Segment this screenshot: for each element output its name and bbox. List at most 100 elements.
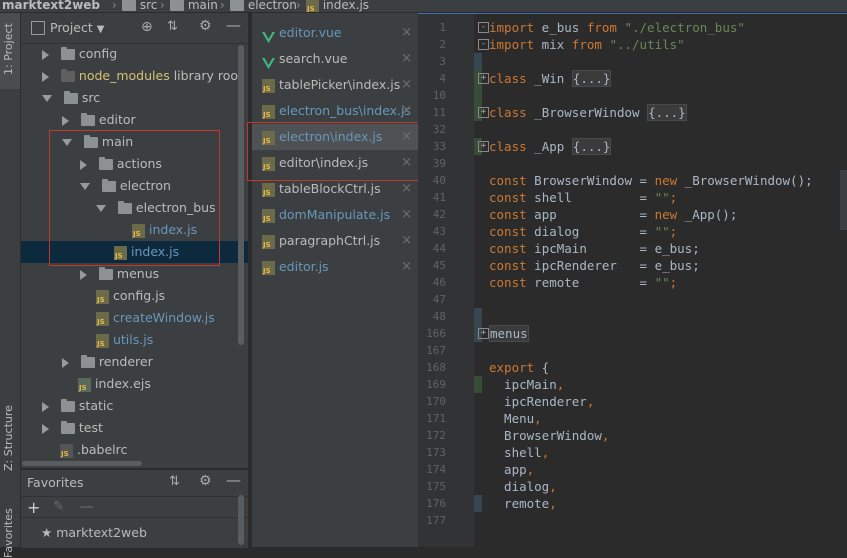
tree-item-editor[interactable]: editor [62, 109, 136, 131]
close-icon[interactable]: × [401, 202, 412, 228]
code-line[interactable]: class _BrowserWindow {...} [489, 104, 687, 121]
fold-toggle-icon[interactable]: + [478, 328, 489, 339]
close-icon[interactable]: × [401, 254, 412, 280]
code-line[interactable]: ipcRenderer, [489, 393, 594, 410]
vcs-change-marker[interactable] [474, 495, 482, 512]
project-vertical-scrollbar[interactable] [238, 45, 244, 345]
code-token: { [534, 360, 550, 375]
code-line[interactable]: const dialog = ""; [489, 223, 677, 240]
code-line[interactable]: class _Win {...} [489, 70, 612, 87]
breadcrumb-item-electron[interactable]: electron [230, 0, 297, 12]
vcs-change-marker[interactable] [474, 308, 482, 325]
fold-toggle-icon[interactable]: - [478, 22, 489, 33]
code-line[interactable]: const remote = ""; [489, 274, 677, 291]
code-line[interactable]: menus [489, 325, 529, 342]
favorites-tool-tab-label[interactable]: Favorites [2, 508, 15, 558]
editor-tab[interactable]: electron_bus\index.js× [252, 98, 418, 124]
editor-tab-label: tableBlockCtrl.js [275, 181, 381, 196]
collapse-all-icon[interactable]: ⇅ [167, 19, 178, 34]
code-line[interactable]: Menu, [489, 410, 542, 427]
edit-icon[interactable]: ✎ [53, 499, 64, 514]
code-token: const [489, 258, 527, 273]
code-line[interactable]: shell, [489, 444, 549, 461]
structure-tool-tab-label[interactable]: Z: Structure [2, 405, 15, 471]
tree-item-node-modules[interactable]: node_modules library root [42, 65, 243, 87]
editor-tab[interactable]: search.vue × [252, 46, 418, 72]
folded-region[interactable]: {...} [571, 70, 612, 87]
folder-icon [60, 421, 75, 434]
project-horizontal-scrollbar[interactable] [22, 461, 142, 466]
code-line[interactable]: remote, [489, 495, 557, 512]
folded-region[interactable]: menus [489, 325, 529, 342]
code-line[interactable]: app, [489, 461, 534, 478]
folded-region[interactable]: {...} [647, 104, 687, 121]
code-line[interactable]: const BrowserWindow = new _BrowserWindow… [489, 172, 813, 189]
remove-icon[interactable]: — [79, 497, 94, 515]
editor-tab[interactable]: domManipulate.js × [252, 202, 418, 228]
code-line[interactable]: const app = new _App(); [489, 206, 737, 223]
editor-tab[interactable]: editor.vue × [252, 20, 418, 46]
tree-item-label: menus [116, 266, 160, 281]
fold-toggle-icon[interactable]: - [478, 39, 489, 50]
collapse-all-icon[interactable]: ⇅ [169, 474, 180, 489]
breadcrumb-item-main[interactable]: main [170, 0, 218, 12]
code-line[interactable]: import e_bus from "./electron_bus" [489, 19, 745, 36]
folder-icon [60, 47, 75, 60]
minimize-panel-icon[interactable]: — [226, 16, 241, 34]
close-icon[interactable]: × [401, 98, 412, 124]
editor-tab[interactable]: tablePicker\index.js× [252, 72, 418, 98]
breadcrumb-item-project[interactable]: marktext2web [2, 0, 100, 12]
fold-toggle-icon[interactable]: + [478, 141, 489, 152]
project-tool-tab-label[interactable]: 1: Project [2, 23, 15, 75]
fold-toggle-icon[interactable]: + [478, 107, 489, 118]
code-line[interactable]: export { [489, 359, 549, 376]
code-line[interactable]: dialog, [489, 478, 557, 495]
vcs-change-marker[interactable] [474, 53, 482, 70]
close-icon[interactable]: × [401, 20, 412, 46]
project-view-selector[interactable]: Project ▼ [50, 20, 104, 35]
code-token: "" [654, 190, 670, 205]
vcs-change-marker[interactable] [474, 87, 482, 104]
add-icon[interactable]: + [27, 498, 40, 517]
locate-file-icon[interactable]: ⊕ [141, 19, 153, 35]
code-token: "" [654, 275, 670, 290]
code-token: const [489, 241, 527, 256]
tree-item-config[interactable]: config [42, 43, 117, 65]
tree-item-menus[interactable]: menus [80, 263, 159, 285]
code-line[interactable]: class _App {...} [489, 138, 612, 155]
code-line[interactable]: import mix from "../utils" [489, 36, 685, 53]
close-icon[interactable]: × [401, 46, 412, 72]
folded-region[interactable]: {...} [571, 138, 612, 155]
minimize-panel-icon[interactable]: — [226, 471, 241, 489]
editor-tab[interactable]: paragraphCtrl.js × [252, 228, 418, 254]
breadcrumb-item-file[interactable]: index.js [306, 0, 369, 12]
tree-item-index-ejs[interactable]: index.ejs [78, 373, 151, 395]
tree-item-test[interactable]: test [42, 417, 103, 439]
line-number: 48 [432, 310, 446, 323]
close-icon[interactable]: × [401, 228, 412, 254]
code-line[interactable]: ipcMain, [489, 376, 564, 393]
favorites-item[interactable]: ★ marktext2web [41, 525, 147, 540]
editor-tab[interactable]: editor.js × [252, 254, 418, 280]
fold-toggle-icon[interactable]: + [478, 73, 489, 84]
tree-item-renderer[interactable]: renderer [62, 351, 153, 373]
favorites-vertical-scrollbar[interactable] [238, 495, 244, 545]
editor-tab-label: tablePicker\index.js [275, 77, 401, 92]
code-line[interactable]: const shell = ""; [489, 189, 677, 206]
code-line[interactable]: const ipcRenderer = e_bus; [489, 257, 700, 274]
breadcrumb-label: main [187, 0, 218, 12]
code-line[interactable]: BrowserWindow, [489, 427, 609, 444]
tree-item-static[interactable]: static [42, 395, 113, 417]
close-icon[interactable]: × [401, 72, 412, 98]
tree-item-config-js[interactable]: config.js [96, 285, 165, 307]
tree-item-utils-js[interactable]: utils.js [96, 329, 153, 351]
tree-item-src[interactable]: src [42, 87, 100, 109]
gear-icon[interactable]: ⚙ [199, 473, 212, 489]
tree-item-createwindow-js[interactable]: createWindow.js [96, 307, 215, 329]
code-token: ipcRenderer [489, 394, 587, 409]
code-line[interactable]: const ipcMain = e_bus; [489, 240, 700, 257]
vcs-change-marker[interactable] [474, 376, 482, 393]
gear-icon[interactable]: ⚙ [199, 18, 212, 34]
tree-item-babelrc[interactable]: .babelrc [60, 439, 127, 461]
breadcrumb-item-src[interactable]: src [122, 0, 157, 12]
